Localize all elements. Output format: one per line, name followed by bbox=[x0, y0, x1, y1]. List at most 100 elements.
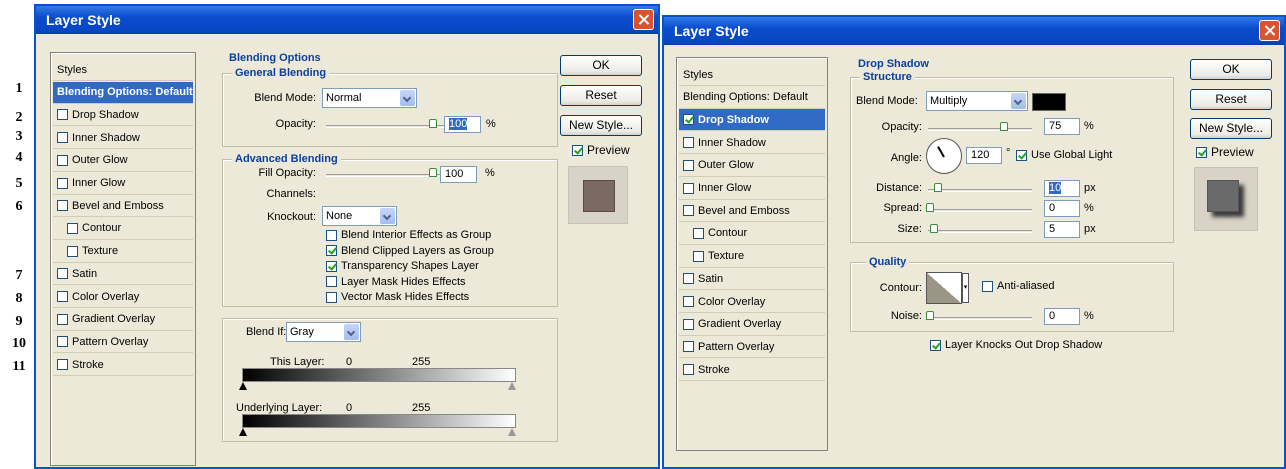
checkbox[interactable] bbox=[683, 318, 694, 330]
underlying-black-slider[interactable] bbox=[239, 428, 247, 436]
checkbox[interactable] bbox=[1016, 149, 1027, 161]
size-field[interactable]: 5 bbox=[1044, 221, 1080, 238]
checkbox[interactable] bbox=[683, 205, 694, 217]
checkbox[interactable] bbox=[930, 339, 941, 351]
checkbox[interactable] bbox=[683, 182, 694, 194]
style-item-texture[interactable]: Texture bbox=[679, 246, 825, 268]
checkbox[interactable] bbox=[326, 260, 337, 272]
noise-field[interactable]: 0 bbox=[1044, 308, 1080, 325]
style-item-bevel-and-emboss[interactable]: Bevel and Emboss bbox=[679, 200, 825, 223]
close-icon[interactable] bbox=[633, 9, 654, 30]
option-transparency-shapes-layer-checkbox[interactable]: Transparency Shapes Layer bbox=[326, 260, 479, 272]
blend-mode-select[interactable]: Multiply bbox=[926, 91, 1028, 111]
checkbox[interactable] bbox=[57, 154, 68, 166]
checkbox[interactable] bbox=[683, 341, 694, 353]
style-item-bevel-and-emboss[interactable]: Bevel and Emboss bbox=[53, 195, 193, 218]
option-blend-clipped-layers-as-group-checkbox[interactable]: Blend Clipped Layers as Group bbox=[326, 245, 494, 257]
title-bar[interactable]: Layer Style bbox=[664, 17, 1284, 45]
style-item-color-overlay[interactable]: Color Overlay bbox=[679, 291, 825, 313]
style-item-stroke[interactable]: Stroke bbox=[679, 359, 825, 382]
this-layer-black-slider[interactable] bbox=[239, 382, 247, 390]
noise-slider[interactable] bbox=[928, 317, 1032, 320]
opacity-slider-thumb[interactable] bbox=[1000, 122, 1008, 131]
checkbox[interactable] bbox=[57, 109, 68, 121]
knockout-select[interactable]: None bbox=[322, 206, 397, 226]
option-layer-mask-hides-effects-checkbox[interactable]: Layer Mask Hides Effects bbox=[326, 276, 466, 288]
style-item-inner-glow[interactable]: Inner Glow bbox=[679, 178, 825, 200]
style-item-pattern-overlay[interactable]: Pattern Overlay bbox=[53, 331, 193, 354]
checkbox[interactable] bbox=[693, 250, 704, 262]
reset-button[interactable]: Reset bbox=[1190, 89, 1272, 110]
checkbox[interactable] bbox=[683, 137, 694, 149]
option-blend-interior-effects-as-group-checkbox[interactable]: Blend Interior Effects as Group bbox=[326, 229, 491, 241]
style-item-inner-shadow[interactable]: Inner Shadow bbox=[53, 127, 193, 150]
contour-picker[interactable]: ▾ bbox=[926, 272, 969, 304]
checkbox[interactable] bbox=[1196, 146, 1207, 158]
style-item-drop-shadow[interactable]: Drop Shadow bbox=[53, 104, 193, 127]
spread-slider[interactable] bbox=[928, 209, 1032, 212]
checkbox[interactable] bbox=[57, 132, 68, 144]
checkbox[interactable] bbox=[683, 273, 694, 285]
checkbox[interactable] bbox=[57, 291, 68, 302]
blend-if-select[interactable]: Gray bbox=[286, 322, 361, 342]
checkbox[interactable] bbox=[57, 359, 68, 371]
layer-knocks-out-checkbox[interactable]: Layer Knocks Out Drop Shadow bbox=[930, 339, 1102, 351]
style-item-color-overlay[interactable]: Color Overlay bbox=[53, 286, 193, 308]
noise-slider-thumb[interactable] bbox=[926, 311, 934, 320]
checkbox[interactable] bbox=[683, 114, 694, 126]
style-item-satin[interactable]: Satin bbox=[679, 268, 825, 291]
this-layer-white-slider[interactable] bbox=[508, 382, 516, 390]
checkbox[interactable] bbox=[326, 245, 337, 256]
opacity-slider[interactable] bbox=[326, 125, 444, 128]
checkbox[interactable] bbox=[683, 364, 694, 376]
new-style-button[interactable]: New Style... bbox=[1190, 118, 1272, 139]
distance-field[interactable]: 10 bbox=[1044, 180, 1080, 197]
chevron-down-icon[interactable]: ▾ bbox=[962, 273, 969, 303]
shadow-color-swatch[interactable] bbox=[1032, 93, 1066, 111]
style-item-pattern-overlay[interactable]: Pattern Overlay bbox=[679, 336, 825, 359]
blend-mode-select[interactable]: Normal bbox=[322, 88, 417, 108]
preview-checkbox[interactable]: Preview bbox=[572, 143, 630, 157]
style-item-gradient-overlay[interactable]: Gradient Overlay bbox=[53, 309, 193, 331]
close-icon[interactable] bbox=[1259, 20, 1280, 41]
use-global-light-checkbox[interactable]: Use Global Light bbox=[1016, 149, 1112, 161]
checkbox[interactable] bbox=[693, 227, 704, 239]
underlying-white-slider[interactable] bbox=[508, 428, 516, 436]
new-style-button[interactable]: New Style... bbox=[560, 115, 642, 136]
style-item-inner-shadow[interactable]: Inner Shadow bbox=[679, 132, 825, 155]
style-item-blending-options-default[interactable]: Blending Options: Default bbox=[679, 87, 825, 109]
ok-button[interactable]: OK bbox=[560, 55, 642, 76]
opacity-field[interactable]: 75 bbox=[1044, 118, 1080, 135]
checkbox[interactable] bbox=[57, 200, 68, 212]
style-item-gradient-overlay[interactable]: Gradient Overlay bbox=[679, 314, 825, 336]
checkbox[interactable] bbox=[326, 291, 337, 303]
angle-dial[interactable] bbox=[926, 138, 962, 174]
size-slider-thumb[interactable] bbox=[930, 224, 938, 233]
anti-aliased-checkbox[interactable]: Anti-aliased bbox=[982, 280, 1054, 292]
checkbox[interactable] bbox=[67, 245, 78, 257]
checkbox[interactable] bbox=[683, 159, 694, 171]
style-item-stroke[interactable]: Stroke bbox=[53, 354, 193, 377]
opacity-field[interactable]: 100 bbox=[444, 116, 481, 133]
checkbox[interactable] bbox=[57, 313, 68, 325]
reset-button[interactable]: Reset bbox=[560, 85, 642, 106]
checkbox[interactable] bbox=[683, 296, 694, 307]
fill-opacity-slider-thumb[interactable] bbox=[429, 168, 437, 177]
checkbox[interactable] bbox=[57, 177, 68, 189]
spread-field[interactable]: 0 bbox=[1044, 200, 1080, 217]
style-item-inner-glow[interactable]: Inner Glow bbox=[53, 173, 193, 195]
checkbox[interactable] bbox=[982, 280, 993, 292]
ok-button[interactable]: OK bbox=[1190, 59, 1272, 80]
style-item-contour[interactable]: Contour bbox=[679, 223, 825, 245]
fill-opacity-slider[interactable] bbox=[326, 174, 444, 177]
style-item-contour[interactable]: Contour bbox=[53, 218, 193, 240]
checkbox[interactable] bbox=[57, 336, 68, 348]
checkbox[interactable] bbox=[572, 144, 583, 156]
style-item-texture[interactable]: Texture bbox=[53, 241, 193, 263]
angle-field[interactable]: 120 bbox=[966, 147, 1002, 164]
checkbox[interactable] bbox=[326, 229, 337, 241]
style-item-blending-options-default[interactable]: Blending Options: Default bbox=[53, 81, 193, 104]
size-slider[interactable] bbox=[928, 230, 1032, 233]
preview-checkbox[interactable]: Preview bbox=[1196, 145, 1254, 159]
distance-slider-thumb[interactable] bbox=[934, 183, 942, 192]
